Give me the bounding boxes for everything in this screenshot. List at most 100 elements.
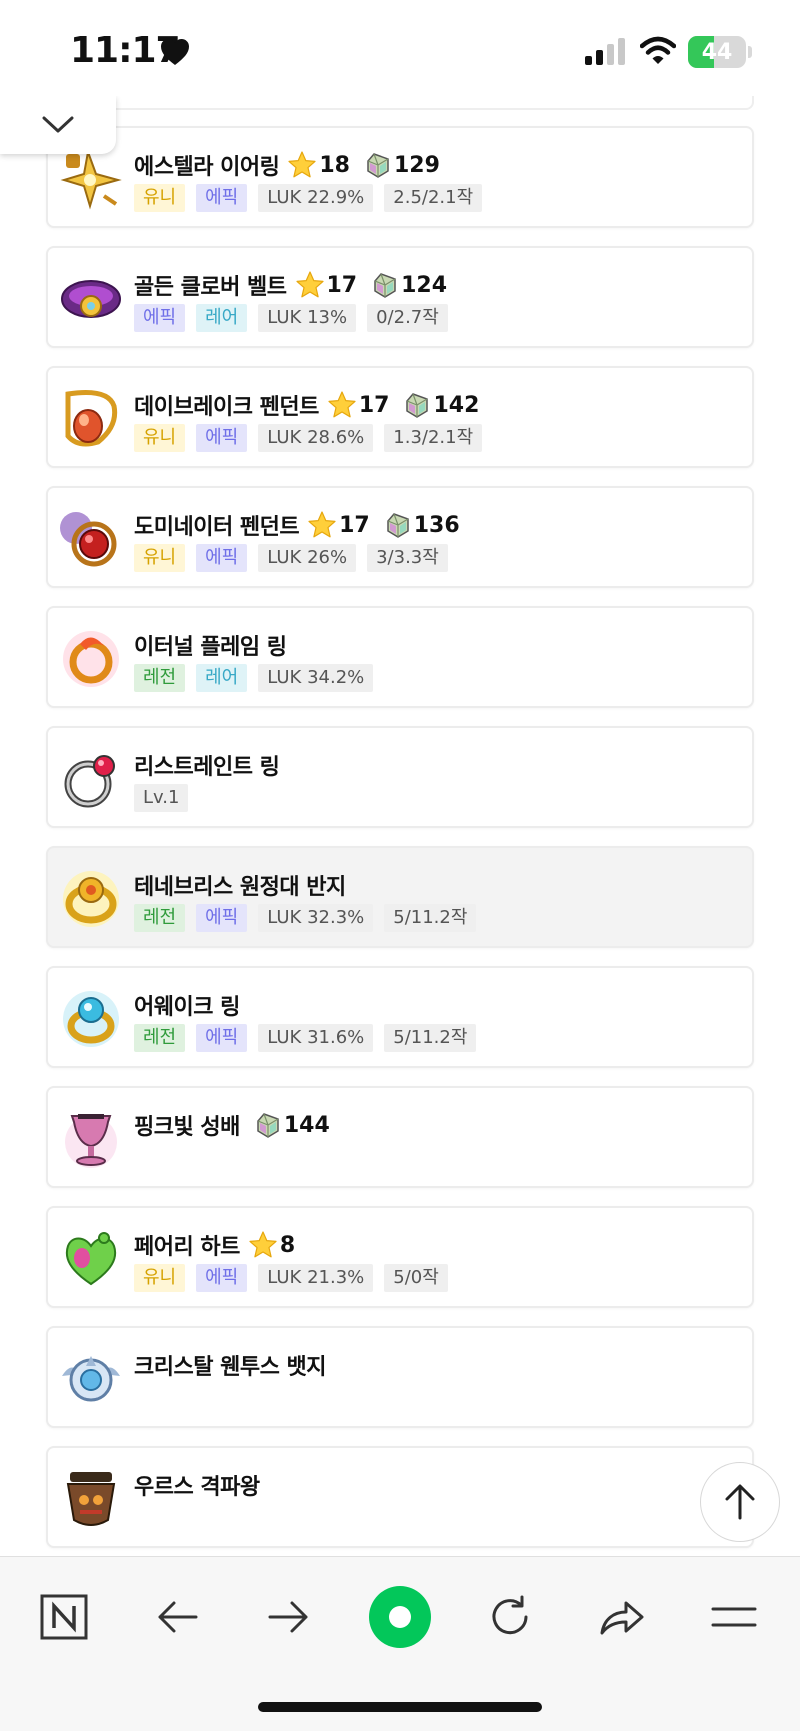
naver-n-icon	[40, 1594, 88, 1640]
tag-row: 유니 에픽 LUK 22.9% 2.5/2.1작	[134, 184, 483, 212]
daybreak-pendant-icon	[58, 386, 124, 452]
naver-home-button[interactable]	[34, 1587, 94, 1647]
item-card[interactable]: 골든 클로버 벨트 17 124 에픽 레어 LUK 13% 0/2.7작	[46, 246, 754, 348]
tag-epic: 에픽	[196, 1264, 248, 1292]
gem-value: 136	[413, 512, 460, 538]
item-card[interactable]: 리스트레인트 링 Lv.1	[46, 726, 754, 828]
item-card[interactable]: 우르스 격파왕	[46, 1446, 754, 1548]
battery-tip	[748, 46, 752, 58]
green-dot-button[interactable]	[368, 1585, 432, 1649]
tag-stat: LUK 26%	[258, 544, 357, 572]
heart-icon	[161, 39, 189, 65]
tag-stat: 5/11.2작	[384, 904, 477, 932]
tag-stat: LUK 13%	[258, 304, 357, 332]
tag-stat: 5/0작	[384, 1264, 448, 1292]
tag-epic: 에픽	[196, 424, 248, 452]
item-name: 이터널 플레임 링	[134, 635, 287, 660]
tag-stat: LUK 21.3%	[258, 1264, 374, 1292]
dominator-pendant-icon	[58, 506, 124, 572]
item-card[interactable]: 테네브리스 원정대 반지 레전 에픽 LUK 32.3% 5/11.2작	[46, 846, 754, 948]
tag-row: 유니 에픽 LUK 28.6% 1.3/2.1작	[134, 424, 483, 452]
tag-stat: Lv.1	[134, 784, 189, 812]
item-name: 핑크빛 성배	[134, 1115, 240, 1140]
tag-epic: 에픽	[196, 1024, 248, 1052]
tenebris-ring-icon	[58, 866, 124, 932]
tag-stat: LUK 28.6%	[258, 424, 374, 452]
back-button[interactable]	[148, 1587, 208, 1647]
tag-legendary: 레전	[134, 664, 186, 692]
menu-icon	[711, 1607, 757, 1627]
item-name: 페어리 하트	[134, 1235, 240, 1260]
item-name-row: 크리스탈 웬투스 뱃지	[134, 1350, 326, 1380]
star-force-value: 17	[326, 272, 358, 298]
tag-stat: LUK 32.3%	[258, 904, 374, 932]
battery-indicator: 44	[688, 36, 746, 68]
previous-card-edge	[46, 96, 754, 110]
item-name: 리스트레인트 링	[134, 755, 280, 780]
star-force-value: 17	[358, 392, 390, 418]
status-bar: 11:17 44	[0, 0, 800, 100]
tag-stat: 3/3.3작	[367, 544, 448, 572]
estella-earring-icon	[58, 146, 124, 212]
forward-button[interactable]	[258, 1587, 318, 1647]
item-name: 에스텔라 이어링	[134, 155, 280, 180]
eternal-flame-ring-icon	[58, 626, 124, 692]
star-force-icon	[307, 510, 337, 540]
tag-unique: 유니	[134, 544, 186, 572]
item-card[interactable]: 핑크빛 성배 144	[46, 1086, 754, 1188]
collapse-button[interactable]	[0, 96, 116, 154]
star-force-icon	[295, 270, 325, 300]
item-name: 골든 클로버 벨트	[134, 275, 287, 300]
item-name: 우르스 격파왕	[134, 1475, 260, 1500]
item-name-row: 핑크빛 성배 144	[134, 1110, 330, 1141]
gem-icon	[364, 151, 392, 179]
tag-row: 레전 에픽 LUK 32.3% 5/11.2작	[134, 904, 477, 932]
equipment-list-page[interactable]: 에스텔라 이어링 18 129 유니 에픽 LUK 22.9% 2.5/2.1작골든 클로버…	[0, 96, 800, 1556]
item-card[interactable]: 크리스탈 웬투스 뱃지	[46, 1326, 754, 1428]
item-name-row: 페어리 하트 8	[134, 1230, 295, 1260]
tag-stat: 0/2.7작	[367, 304, 448, 332]
tag-unique: 유니	[134, 424, 186, 452]
wifi-icon	[640, 36, 676, 64]
star-force-icon	[327, 390, 357, 420]
tag-stat: LUK 31.6%	[258, 1024, 374, 1052]
item-card[interactable]: 이터널 플레임 링 레전 레어 LUK 34.2%	[46, 606, 754, 708]
tag-epic: 에픽	[196, 184, 248, 212]
menu-button[interactable]	[704, 1587, 764, 1647]
item-card[interactable]: 페어리 하트 8 유니 에픽 LUK 21.3% 5/0작	[46, 1206, 754, 1308]
star-force-value: 8	[279, 1232, 296, 1258]
item-card[interactable]: 도미네이터 펜던트 17 136 유니 에픽 LUK 26% 3/3.3작	[46, 486, 754, 588]
star-force-icon	[248, 1230, 278, 1260]
back-arrow-icon	[158, 1601, 198, 1633]
forward-arrow-icon	[268, 1601, 308, 1633]
scroll-to-top-button[interactable]	[700, 1462, 780, 1542]
tag-epic: 에픽	[196, 904, 248, 932]
tag-stat: 1.3/2.1작	[384, 424, 483, 452]
gem-value: 144	[283, 1112, 330, 1138]
item-card[interactable]: 에스텔라 이어링 18 129 유니 에픽 LUK 22.9% 2.5/2.1작	[46, 126, 754, 228]
tag-rare: 레어	[196, 304, 248, 332]
share-icon	[600, 1601, 644, 1635]
tag-unique: 유니	[134, 1264, 186, 1292]
item-name: 크리스탈 웬투스 뱃지	[134, 1355, 326, 1380]
tag-stat: LUK 34.2%	[258, 664, 374, 692]
refresh-button[interactable]	[480, 1587, 540, 1647]
star-force-icon	[287, 150, 317, 180]
item-card[interactable]: 데이브레이크 펜던트 17 142 유니 에픽 LUK 28.6% 1.3/2.1작	[46, 366, 754, 468]
tag-epic: 에픽	[196, 544, 248, 572]
gem-value: 124	[401, 272, 448, 298]
tag-legendary: 레전	[134, 1024, 186, 1052]
tag-row: 에픽 레어 LUK 13% 0/2.7작	[134, 304, 448, 332]
crystal-ventus-badge-icon	[58, 1346, 124, 1412]
chevron-down-icon	[42, 116, 74, 133]
urus-medal-icon	[58, 1466, 124, 1532]
gem-icon	[254, 1111, 282, 1139]
item-card[interactable]: 어웨이크 링 레전 에픽 LUK 31.6% 5/11.2작	[46, 966, 754, 1068]
cellular-signal-icon	[585, 38, 625, 65]
tag-row: 레전 에픽 LUK 31.6% 5/11.2작	[134, 1024, 477, 1052]
item-name-row: 리스트레인트 링	[134, 750, 280, 780]
home-indicator	[258, 1702, 542, 1712]
gem-icon	[371, 271, 399, 299]
share-button[interactable]	[592, 1587, 652, 1647]
refresh-icon	[492, 1595, 528, 1635]
